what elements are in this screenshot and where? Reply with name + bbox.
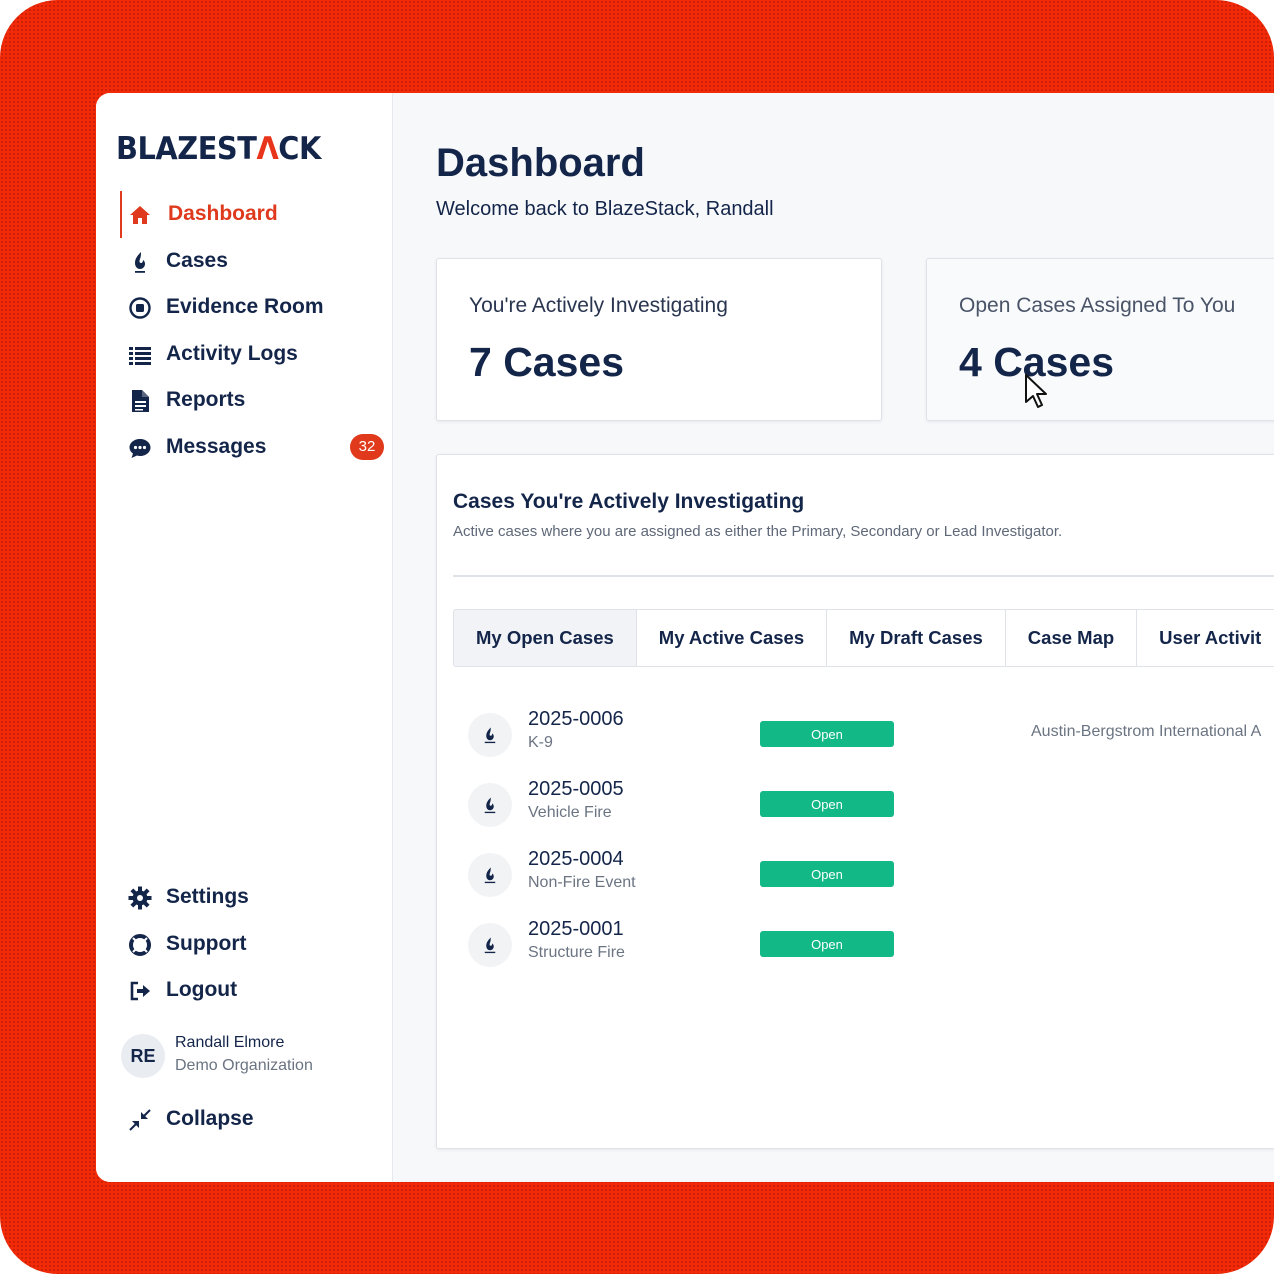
sidebar: BLAZESTΛCK Dashboard Cases Evidence Room <box>96 93 393 1182</box>
sidebar-item-activity-logs[interactable]: Activity Logs <box>120 331 370 378</box>
flame-icon <box>484 797 496 814</box>
case-avatar <box>468 853 512 897</box>
divider <box>453 575 1274 577</box>
case-number[interactable]: 2025-0006 <box>528 708 624 731</box>
case-type: Structure Fire <box>528 944 625 961</box>
case-avatar <box>468 923 512 967</box>
tab-my-draft-cases[interactable]: My Draft Cases <box>827 609 1006 667</box>
collapse-nav: Collapse <box>120 1096 370 1143</box>
logo-text-right: CK <box>278 131 321 167</box>
user-name: Randall Elmore <box>175 1034 285 1051</box>
sidebar-item-reports[interactable]: Reports <box>120 377 370 424</box>
main-content: Dashboard Welcome back to BlazeStack, Ra… <box>394 93 1274 1182</box>
sidebar-item-logout[interactable]: Logout <box>120 967 370 1014</box>
flame-icon <box>484 727 496 744</box>
table-row[interactable]: 2025-0006 K-9 Open Austin-Bergstrom Inte… <box>453 705 1274 765</box>
tab-user-activity[interactable]: User Activit <box>1137 609 1274 667</box>
tab-case-map[interactable]: Case Map <box>1005 609 1138 667</box>
collapse-button[interactable]: Collapse <box>120 1096 370 1143</box>
case-location: Austin-Bergstrom International A <box>1031 723 1262 740</box>
collapse-label: Collapse <box>166 1107 254 1131</box>
panel-subtitle: Active cases where you are assigned as e… <box>453 523 1063 540</box>
stat-card-investigating[interactable]: You're Actively Investigating 7 Cases <box>436 258 882 421</box>
stat-card-open-assigned[interactable]: Open Cases Assigned To You 4 Cases <box>926 258 1274 421</box>
user-profile[interactable]: RE Randall Elmore Demo Organization <box>121 1032 371 1082</box>
sidebar-item-cases[interactable]: Cases <box>120 238 370 285</box>
sidebar-item-label: Settings <box>166 885 249 909</box>
sidebar-item-label: Activity Logs <box>166 341 298 365</box>
status-badge: Open <box>760 721 894 747</box>
logout-icon <box>130 981 150 1001</box>
logo-mark: Λ <box>256 131 279 167</box>
avatar: RE <box>121 1034 165 1078</box>
case-tabs: My Open Cases My Active Cases My Draft C… <box>453 609 1274 667</box>
brand-logo[interactable]: BLAZESTΛCK <box>116 131 321 167</box>
document-icon <box>132 390 149 412</box>
panel-title: Cases You're Actively Investigating <box>453 490 805 513</box>
app-window: BLAZESTΛCK Dashboard Cases Evidence Room <box>96 93 1274 1182</box>
tab-my-open-cases[interactable]: My Open Cases <box>453 609 637 667</box>
sidebar-item-label: Logout <box>166 978 238 1002</box>
page-title: Dashboard <box>436 141 645 185</box>
stat-label: Open Cases Assigned To You <box>959 294 1236 317</box>
table-row[interactable]: 2025-0004 Non-Fire Event Open <box>453 845 1274 905</box>
flame-icon <box>484 937 496 954</box>
case-number[interactable]: 2025-0001 <box>528 918 624 941</box>
table-row[interactable]: 2025-0001 Structure Fire Open <box>453 915 1274 975</box>
flame-icon <box>135 251 145 273</box>
sidebar-item-label: Cases <box>166 248 228 272</box>
logo-text-left: BLAZEST <box>116 131 257 167</box>
collapse-arrows-icon <box>129 1109 151 1131</box>
stat-value: 7 Cases <box>469 339 625 385</box>
home-icon <box>130 206 150 224</box>
lifebuoy-icon <box>129 933 151 956</box>
status-badge: Open <box>760 861 894 887</box>
case-avatar <box>468 713 512 757</box>
chat-icon <box>129 438 151 458</box>
record-icon <box>129 297 151 319</box>
sidebar-item-label: Reports <box>166 388 246 412</box>
case-number[interactable]: 2025-0005 <box>528 778 624 801</box>
case-type: Non-Fire Event <box>528 874 636 891</box>
sidebar-item-evidence-room[interactable]: Evidence Room <box>120 284 370 331</box>
mouse-pointer-icon <box>1025 374 1047 408</box>
sidebar-item-label: Support <box>166 931 247 955</box>
sidebar-item-support[interactable]: Support <box>120 921 370 968</box>
messages-count-badge: 32 <box>350 433 384 460</box>
sidebar-bottom-nav: Settings Support Logout <box>120 874 370 1014</box>
sidebar-item-dashboard[interactable]: Dashboard <box>120 191 370 238</box>
flame-icon <box>484 867 496 884</box>
case-number[interactable]: 2025-0004 <box>528 848 624 871</box>
sidebar-item-label: Evidence Room <box>166 295 324 319</box>
active-cases-panel: Cases You're Actively Investigating Acti… <box>436 454 1274 1149</box>
gear-icon <box>128 886 152 910</box>
sidebar-nav: Dashboard Cases Evidence Room Activity L… <box>120 191 384 471</box>
background-frame: BLAZESTΛCK Dashboard Cases Evidence Room <box>0 0 1274 1274</box>
welcome-message: Welcome back to BlazeStack, Randall <box>436 198 774 220</box>
table-row[interactable]: 2025-0005 Vehicle Fire Open <box>453 775 1274 835</box>
user-organization: Demo Organization <box>175 1057 313 1074</box>
case-type: Vehicle Fire <box>528 804 612 821</box>
case-type: K-9 <box>528 734 553 751</box>
case-avatar <box>468 783 512 827</box>
status-badge: Open <box>760 931 894 957</box>
sidebar-item-label: Dashboard <box>168 202 278 226</box>
status-badge: Open <box>760 791 894 817</box>
sidebar-item-settings[interactable]: Settings <box>120 874 370 921</box>
stat-label: You're Actively Investigating <box>469 294 728 317</box>
sidebar-item-messages[interactable]: Messages 32 <box>120 424 384 471</box>
list-icon <box>129 346 151 365</box>
sidebar-item-label: Messages <box>166 434 267 458</box>
tab-my-active-cases[interactable]: My Active Cases <box>636 609 828 667</box>
